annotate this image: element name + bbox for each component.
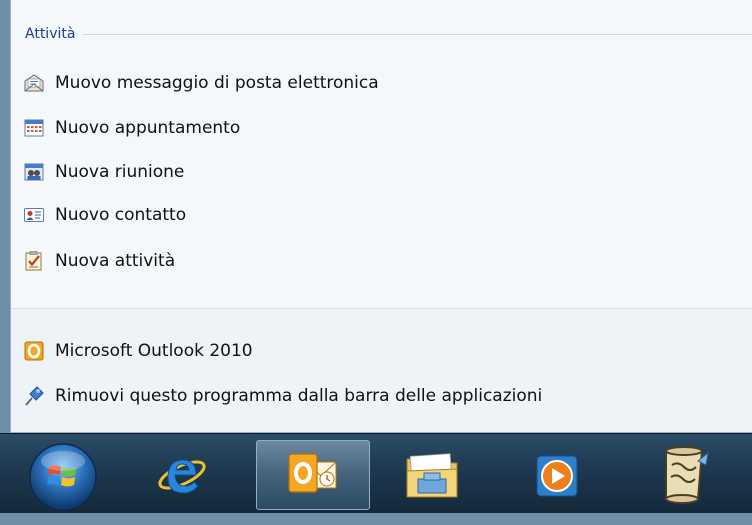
scroll-icon <box>665 446 709 504</box>
taskbar-button-explorer[interactable] <box>392 440 472 510</box>
task-label: Nuova riunione <box>55 162 185 182</box>
task-new-contact[interactable]: Nuovo contatto <box>23 200 186 230</box>
taskbar-button-scroll-app[interactable] <box>644 440 724 510</box>
jumplist-program-area <box>11 309 752 432</box>
section-title-tasks: Attività <box>25 26 76 42</box>
task-new-task[interactable]: Nuova attività <box>23 246 175 276</box>
meeting-icon <box>24 163 44 181</box>
section-divider-line <box>83 33 752 35</box>
unpin-icon <box>25 386 44 406</box>
task-new-meeting[interactable]: Nuova riunione <box>23 157 184 187</box>
outlook-icon <box>24 341 44 361</box>
windows-orb-icon <box>29 443 97 511</box>
section-header: Attività <box>25 26 752 42</box>
jump-list: Attività Muovo messaggio di posta elettr… <box>10 0 752 433</box>
ie-icon <box>158 459 206 494</box>
folder-icon <box>406 453 458 498</box>
task-label: Nuova attività <box>55 251 176 271</box>
contact-card-icon <box>24 208 44 222</box>
media-player-icon <box>536 455 578 497</box>
task-new-appointment[interactable]: Nuovo appuntamento <box>23 113 240 143</box>
unpin-label: Rimuovi questo programma dalla barra del… <box>55 386 543 406</box>
taskbar-button-media-player[interactable] <box>518 440 598 510</box>
task-label: Muovo messaggio di posta elettronica <box>55 73 379 93</box>
task-label: Nuovo contatto <box>55 205 187 225</box>
task-new-email[interactable]: Muovo messaggio di posta elettronica <box>23 68 379 98</box>
program-label: Microsoft Outlook 2010 <box>55 341 253 361</box>
taskbar-button-internet-explorer[interactable] <box>142 440 222 510</box>
taskbar <box>0 433 752 513</box>
taskbar-button-outlook[interactable] <box>256 440 370 510</box>
start-button[interactable] <box>23 441 103 521</box>
calendar-icon <box>24 119 44 137</box>
outlook-icon <box>288 453 337 493</box>
task-icon <box>25 251 42 271</box>
unpin-item[interactable]: Rimuovi questo programma dalla barra del… <box>23 381 542 411</box>
task-label: Nuovo appuntamento <box>55 118 241 138</box>
open-outlook-item[interactable]: Microsoft Outlook 2010 <box>23 336 253 366</box>
new-email-icon <box>24 74 44 92</box>
